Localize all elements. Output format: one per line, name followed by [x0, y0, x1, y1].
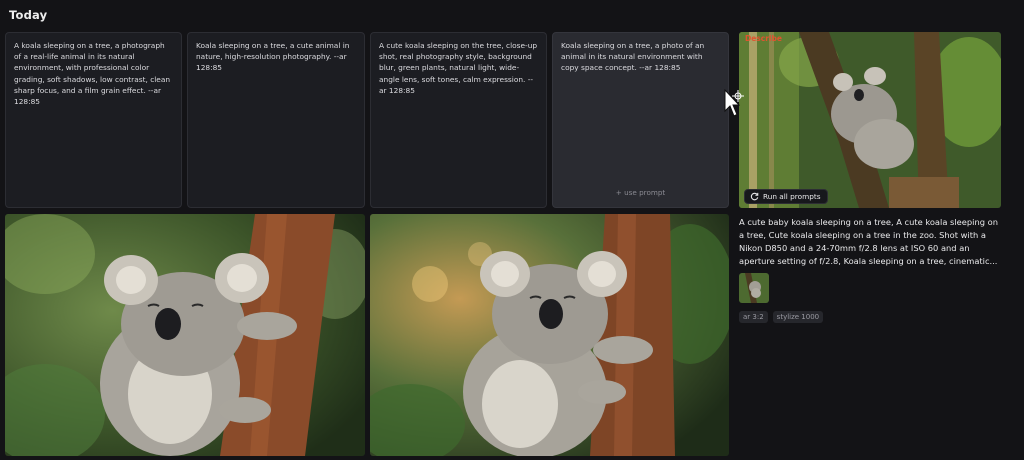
- prompt-text: Koala sleeping on a tree, a photo of an …: [561, 41, 705, 73]
- prompt-text: Koala sleeping on a tree, a cute animal …: [196, 41, 350, 73]
- section-title: Today: [9, 8, 48, 22]
- koala-mini-photo: [739, 273, 769, 303]
- run-all-prompts-label: Run all prompts: [763, 192, 821, 201]
- describe-description: A cute baby koala sleeping on a tree, A …: [739, 217, 998, 267]
- describe-image[interactable]: [739, 32, 1001, 208]
- parameter-tags: ar 3:2 stylize 1000: [739, 311, 824, 323]
- koala-photo-describe: [739, 32, 1001, 208]
- koala-photo: [370, 214, 729, 456]
- imagine-feed-page: Today A koala sleeping on a tree, a phot…: [0, 0, 1024, 460]
- tag-stylize[interactable]: stylize 1000: [772, 311, 824, 323]
- generated-image-1[interactable]: [5, 214, 365, 456]
- prompt-card-3[interactable]: A cute koala sleeping on the tree, close…: [370, 32, 547, 208]
- koala-photo: [5, 214, 365, 456]
- prompt-text: A cute koala sleeping on the tree, close…: [379, 41, 538, 95]
- generated-image-2[interactable]: [370, 214, 729, 456]
- prompt-card-2[interactable]: Koala sleeping on a tree, a cute animal …: [187, 32, 365, 208]
- use-prompt-button[interactable]: + use prompt: [553, 187, 728, 198]
- prompt-text: A koala sleeping on a tree, a photograph…: [14, 41, 171, 107]
- prompt-card-4[interactable]: Koala sleeping on a tree, a photo of an …: [552, 32, 729, 208]
- run-all-prompts-button[interactable]: Run all prompts: [744, 189, 828, 204]
- describe-badge: Describe: [745, 34, 782, 43]
- crosshair-icon: [732, 90, 744, 102]
- tag-aspect-ratio[interactable]: ar 3:2: [739, 311, 768, 323]
- prompt-card-1[interactable]: A koala sleeping on a tree, a photograph…: [5, 32, 182, 208]
- describe-source-thumbnail[interactable]: [739, 273, 769, 303]
- refresh-icon: [750, 192, 759, 201]
